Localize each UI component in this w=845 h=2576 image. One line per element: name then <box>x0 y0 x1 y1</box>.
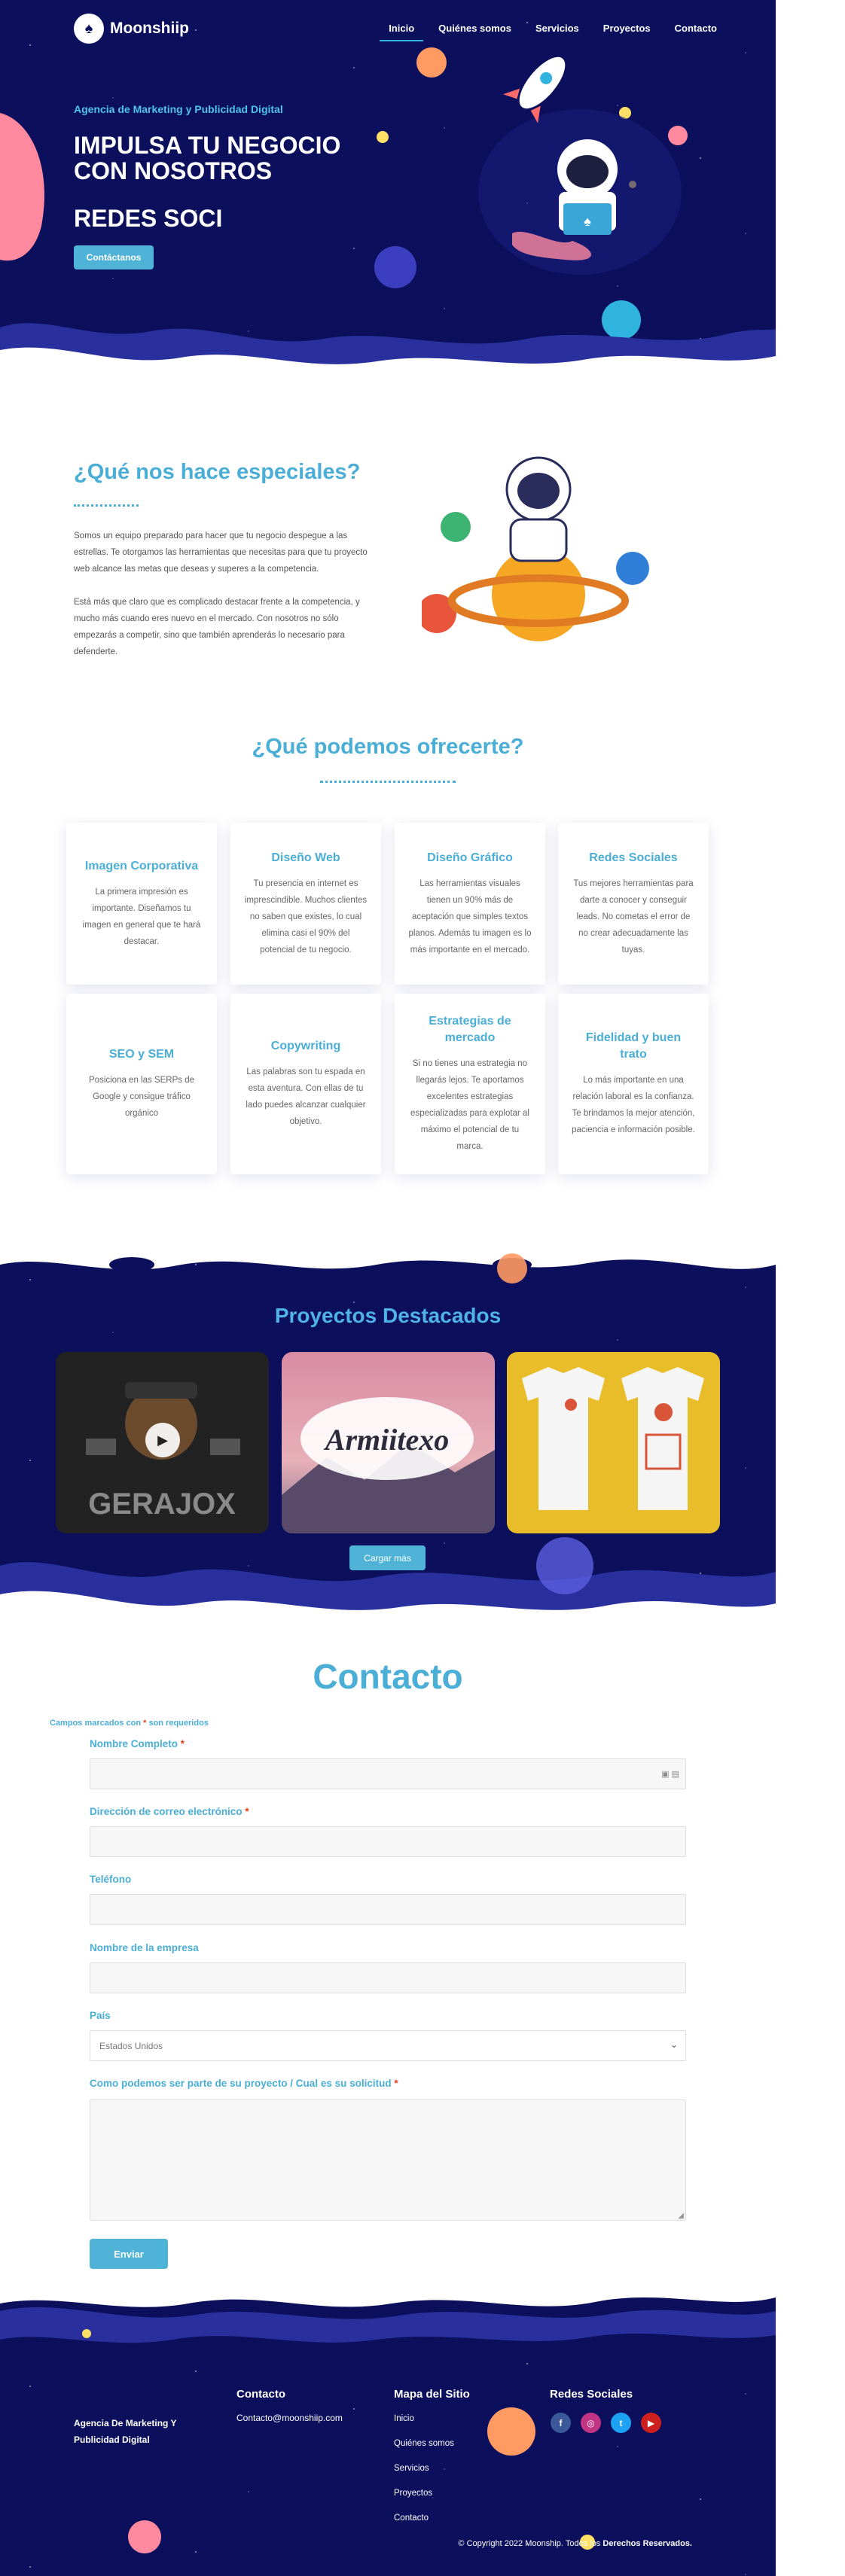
svg-text:♠: ♠ <box>584 214 591 229</box>
page: ♠ ♠ Moonshiip Inicio Quiénes somos Servi… <box>0 0 845 2576</box>
twitter-icon[interactable]: t <box>611 2413 631 2433</box>
special-heading-divider <box>74 504 139 507</box>
footer-link-proyectos[interactable]: Proyectos <box>394 2489 432 2498</box>
resize-handle-icon[interactable]: ◢ <box>678 2212 684 2220</box>
project-card-video[interactable]: GERAJOX ▶ <box>56 1352 269 1533</box>
footer-link-servicios[interactable]: Servicios <box>394 2464 429 2473</box>
footer-social-heading: Redes Sociales <box>550 2388 633 2401</box>
project-title: GERAJOX <box>88 1487 236 1521</box>
service-card-title: Imagen Corporativa <box>84 859 199 872</box>
service-card-text: Posiciona en las SERPs de Google y consi… <box>89 1076 194 1118</box>
special-paragraph-2: Está más que claro que es complicado des… <box>74 598 360 656</box>
service-card: Estrategias de mercado Si no tienes una … <box>395 994 545 1174</box>
service-card: Diseño Web Tu presencia en internet es i… <box>230 823 381 985</box>
project-card-image[interactable] <box>507 1352 720 1533</box>
country-select[interactable]: Estados Unidos ⌄ <box>90 2030 686 2061</box>
hero-kicker: Agencia de Marketing y Publicidad Digita… <box>74 103 283 115</box>
email-input[interactable] <box>90 1826 686 1857</box>
contact-cta-button[interactable]: Contáctanos <box>74 245 154 269</box>
service-card-text: Las herramientas visuales tienen un 90% … <box>408 878 532 955</box>
footer-link-contacto[interactable]: Contacto <box>394 2514 429 2523</box>
astronaut-planet-illustration <box>422 456 649 641</box>
service-card-text: Lo más importante en una relación labora… <box>572 1076 695 1134</box>
footer-contact-heading: Contacto <box>236 2388 285 2401</box>
nav-item-proyectos[interactable]: Proyectos <box>603 23 651 34</box>
copyright: © Copyright 2022 Moonship. Todos los Der… <box>458 2539 692 2548</box>
service-card-title: Redes Sociales <box>589 851 678 864</box>
project-title: Armiitexo <box>323 1423 449 1457</box>
service-card-title: Fidelidad y buen trato <box>585 1031 682 1061</box>
main-menu: Inicio Quiénes somos Servicios Proyectos… <box>380 23 717 41</box>
brand-logo[interactable]: ♠ Moonshiip <box>74 14 189 44</box>
country-selected-value: Estados Unidos <box>99 2040 163 2051</box>
service-card: Imagen Corporativa La primera impresión … <box>66 823 217 985</box>
hero-rotating-text: REDES SOCI <box>74 205 223 232</box>
service-card: Diseño Gráfico Las herramientas visuales… <box>395 823 545 985</box>
footer-email[interactable]: Contacto@moonshiip.com <box>236 2413 343 2423</box>
top-navigation: ♠ Moonshiip Inicio Quiénes somos Servici… <box>0 0 776 53</box>
service-card-text: Las palabras son tu espada en esta avent… <box>246 1067 366 1126</box>
service-card: Redes Sociales Tus mejores herramientas … <box>558 823 709 985</box>
service-card-title: Copywriting <box>270 1040 341 1052</box>
hero-bottom-wave <box>0 323 776 376</box>
service-card: SEO y SEM Posiciona en las SERPs de Goog… <box>66 994 217 1174</box>
play-icon[interactable]: ▶ <box>145 1423 180 1457</box>
request-label: Como podemos ser parte de su proyecto / … <box>90 2078 398 2089</box>
service-card-text: Tu presencia en internet es imprescindib… <box>244 878 368 955</box>
submit-button[interactable]: Enviar <box>90 2239 168 2269</box>
nav-item-quienes-somos[interactable]: Quiénes somos <box>438 23 511 34</box>
company-label: Nombre de la empresa <box>90 1942 199 1953</box>
full-name-label: Nombre Completo * <box>90 1738 185 1749</box>
offer-heading: ¿Qué podemos ofrecerte? <box>252 735 524 759</box>
project-card-image[interactable]: Armiitexo <box>282 1352 495 1533</box>
service-card-text: Tus mejores herramientas para darte a co… <box>573 878 694 955</box>
service-card-title: Diseño Web <box>271 851 340 864</box>
nav-item-servicios[interactable]: Servicios <box>535 23 579 34</box>
nav-item-inicio[interactable]: Inicio <box>380 23 424 41</box>
project-thumbnail: Armiitexo <box>282 1397 495 1533</box>
youtube-icon[interactable]: ▶ <box>641 2413 661 2433</box>
required-note-prefix: Campos marcados con <box>50 1719 142 1728</box>
hero-section: ♠ ♠ Moonshiip Inicio Quiénes somos Servi… <box>0 0 776 376</box>
footer-sitemap-heading: Mapa del Sitio <box>394 2388 470 2401</box>
tshirt-mockup-thumbnail <box>522 1367 704 1510</box>
hero-title: IMPULSA TU NEGOCIO CON NOSOTROS <box>74 132 341 184</box>
required-note-suffix: son requeridos <box>148 1719 209 1728</box>
astronaut-logo-icon: ♠ <box>74 14 104 44</box>
contact-heading: Contacto <box>313 1657 463 1696</box>
projects-heading: Proyectos Destacados <box>274 1304 502 1327</box>
brand-name: Moonshiip <box>110 20 189 37</box>
phone-input[interactable] <box>90 1894 686 1925</box>
required-fields-note: Campos marcados con * son requeridos <box>50 1719 209 1728</box>
country-label: País <box>90 2010 111 2021</box>
offer-heading-divider <box>320 781 456 783</box>
service-card-text: La primera impresión es importante. Dise… <box>82 887 201 946</box>
full-name-input[interactable]: ▣ ▤ <box>90 1758 686 1789</box>
phone-label: Teléfono <box>90 1874 132 1885</box>
chevron-down-icon: ⌄ <box>670 2039 678 2050</box>
nav-item-contacto[interactable]: Contacto <box>675 23 717 34</box>
service-card: Fidelidad y buen trato Lo más importante… <box>558 994 709 1174</box>
site-content: ♠ ♠ Moonshiip Inicio Quiénes somos Servi… <box>0 0 776 2576</box>
facebook-icon[interactable]: f <box>551 2413 571 2433</box>
email-label: Dirección de correo electrónico * <box>90 1806 249 1817</box>
request-textarea[interactable]: ◢ <box>90 2099 686 2221</box>
load-more-button[interactable]: Cargar más <box>349 1545 426 1570</box>
service-card-title: SEO y SEM <box>108 1048 175 1061</box>
autofill-icon[interactable]: ▣ ▤ <box>661 1769 679 1779</box>
service-card-title: Diseño Gráfico <box>427 851 513 864</box>
footer-agency-text: Agencia De Marketing Y Publicidad Digita… <box>74 2418 177 2445</box>
special-heading: ¿Qué nos hace especiales? <box>74 460 361 484</box>
service-card-text: Si no tienes una estrategia no llegarás … <box>410 1059 529 1151</box>
footer-link-quienes-somos[interactable]: Quiénes somos <box>394 2439 454 2448</box>
footer-link-inicio[interactable]: Inicio <box>394 2414 414 2423</box>
instagram-icon[interactable]: ◎ <box>581 2413 601 2433</box>
special-paragraph-1: Somos un equipo preparado para hacer que… <box>74 531 368 574</box>
service-card: Copywriting Las palabras son tu espada e… <box>230 994 381 1174</box>
company-input[interactable] <box>90 1962 686 1993</box>
required-asterisk: * <box>143 1719 147 1728</box>
service-card-title: Estrategias de mercado <box>429 1015 511 1044</box>
